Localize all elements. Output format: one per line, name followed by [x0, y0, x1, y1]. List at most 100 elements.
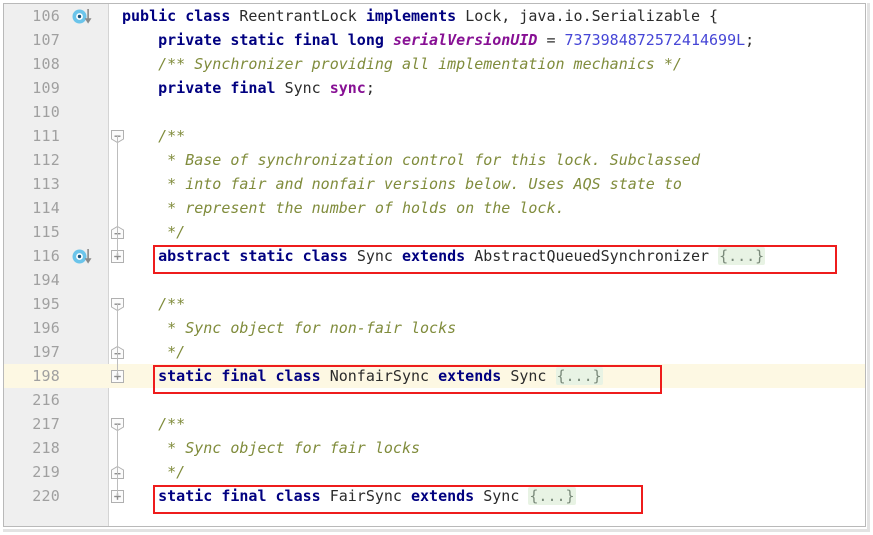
code-line[interactable]: 196 * Sync object for non-fair locks — [4, 316, 865, 340]
token-kw: extends — [438, 367, 511, 385]
code-text[interactable]: abstract static class Sync extends Abstr… — [122, 244, 766, 268]
code-line[interactable]: 116 abstract static class Sync extends A… — [4, 244, 865, 268]
fold-region-rail — [117, 136, 118, 256]
code-line[interactable]: 217 /** — [4, 412, 865, 436]
token-kw: public — [122, 7, 186, 25]
line-number[interactable]: 110 — [4, 100, 60, 124]
token-kw: static final class — [158, 487, 330, 505]
fold-region-rail — [117, 304, 118, 376]
token-cmt: */ — [122, 223, 186, 241]
line-number[interactable]: 196 — [4, 316, 60, 340]
token-cmt: * Base of synchronization control for th… — [122, 151, 700, 169]
token-fld: sync — [329, 79, 366, 97]
token-plain: NonfairSync — [329, 367, 439, 385]
window-shadow-right — [867, 3, 870, 530]
code-editor-surface[interactable]: 106 public class ReentrantLock implements… — [4, 4, 865, 526]
token-plain: Sync — [483, 487, 529, 505]
token-cmt: */ — [122, 343, 186, 361]
line-number[interactable]: 220 — [4, 484, 60, 508]
token-plain: ReentrantLock — [239, 7, 366, 25]
line-number[interactable]: 217 — [4, 412, 60, 436]
implementing-method-icon[interactable] — [72, 248, 98, 265]
line-number[interactable]: 194 — [4, 268, 60, 292]
code-line[interactable]: 107 private static final long serialVers… — [4, 28, 865, 52]
code-text[interactable]: public class ReentrantLock implements Lo… — [122, 4, 718, 28]
line-number[interactable]: 116 — [4, 244, 60, 268]
line-number[interactable]: 111 — [4, 124, 60, 148]
code-line[interactable]: 106 public class ReentrantLock implements… — [4, 4, 865, 28]
token-kw: static final class — [158, 367, 330, 385]
code-line[interactable]: 197 */ — [4, 340, 865, 364]
token-plain: Sync — [356, 247, 402, 265]
token-kw: extends — [401, 247, 475, 265]
code-line[interactable]: 115 */ — [4, 220, 865, 244]
code-text[interactable]: */ — [122, 340, 185, 364]
line-number[interactable]: 219 — [4, 460, 60, 484]
code-line[interactable]: 112 * Base of synchronization control fo… — [4, 148, 865, 172]
code-text[interactable]: * represent the number of holds on the l… — [122, 196, 564, 220]
code-line[interactable]: 109 private final Sync sync; — [4, 76, 865, 100]
line-number[interactable]: 218 — [4, 436, 60, 460]
token-kw: abstract static class — [158, 247, 357, 265]
code-line[interactable]: 195 /** — [4, 292, 865, 316]
implementing-method-icon[interactable] — [72, 8, 98, 25]
token-fold-ph: {...} — [718, 247, 766, 265]
line-number[interactable]: 107 — [4, 28, 60, 52]
code-editor-frame: 106 public class ReentrantLock implements… — [3, 3, 866, 527]
code-line[interactable]: 216 — [4, 388, 865, 412]
code-text[interactable]: */ — [122, 220, 185, 244]
token-kw: extends — [411, 487, 484, 505]
line-number[interactable]: 114 — [4, 196, 60, 220]
line-number[interactable]: 195 — [4, 292, 60, 316]
line-number[interactable]: 106 — [4, 4, 60, 28]
token-cmt: /** — [122, 127, 186, 145]
code-text[interactable]: * into fair and nonfair versions below. … — [122, 172, 682, 196]
code-line[interactable]: 113 * into fair and nonfair versions bel… — [4, 172, 865, 196]
token-fold-ph: {...} — [528, 487, 576, 505]
code-line[interactable]: 111 /** — [4, 124, 865, 148]
line-number[interactable]: 109 — [4, 76, 60, 100]
code-line[interactable]: 218 * Sync object for fair locks — [4, 436, 865, 460]
code-text[interactable]: private final Sync sync; — [122, 76, 375, 100]
code-text[interactable]: static final class FairSync extends Sync… — [122, 484, 576, 508]
line-number[interactable]: 108 — [4, 52, 60, 76]
code-line[interactable]: 194 — [4, 268, 865, 292]
line-number[interactable]: 115 — [4, 220, 60, 244]
token-cmt: */ — [122, 463, 186, 481]
code-text[interactable]: /** — [122, 412, 185, 436]
code-text[interactable]: * Sync object for fair locks — [122, 436, 420, 460]
token-kw: private static final long — [158, 31, 393, 49]
line-number[interactable]: 198 — [4, 364, 60, 388]
window-shadow-bottom — [3, 529, 870, 532]
code-line[interactable]: 110 — [4, 100, 865, 124]
token-cmt: /** — [122, 415, 186, 433]
code-text[interactable]: * Sync object for non-fair locks — [122, 316, 456, 340]
fold-region-rail — [117, 424, 118, 496]
token-plain: AbstractQueuedSynchronizer — [474, 247, 719, 265]
code-text[interactable]: private static final long serialVersionU… — [122, 28, 754, 52]
line-number[interactable]: 113 — [4, 172, 60, 196]
code-text[interactable]: /** — [122, 124, 185, 148]
code-text[interactable]: static final class NonfairSync extends S… — [122, 364, 603, 388]
code-line[interactable]: 220 static final class FairSync extends … — [4, 484, 865, 508]
code-text[interactable]: */ — [122, 460, 185, 484]
code-line[interactable]: 114 * represent the number of holds on t… — [4, 196, 865, 220]
token-plain: Sync — [510, 367, 556, 385]
token-cmt: /** — [122, 295, 186, 313]
line-number[interactable]: 216 — [4, 388, 60, 412]
token-sfld: serialVersionUID — [392, 31, 538, 49]
token-kw: class — [185, 7, 240, 25]
token-plain: = — [537, 31, 565, 49]
code-line[interactable]: 198 static final class NonfairSync exten… — [4, 364, 865, 388]
token-cmt: * into fair and nonfair versions below. … — [122, 175, 682, 193]
code-text[interactable]: /** Synchronizer providing all implement… — [122, 52, 682, 76]
token-cmt: /** Synchronizer providing all implement… — [122, 55, 682, 73]
code-text[interactable]: /** — [122, 292, 185, 316]
line-number[interactable]: 197 — [4, 340, 60, 364]
line-number[interactable]: 112 — [4, 148, 60, 172]
code-text[interactable]: * Base of synchronization control for th… — [122, 148, 700, 172]
code-line[interactable]: 219 */ — [4, 460, 865, 484]
code-line[interactable]: 108 /** Synchronizer providing all imple… — [4, 52, 865, 76]
